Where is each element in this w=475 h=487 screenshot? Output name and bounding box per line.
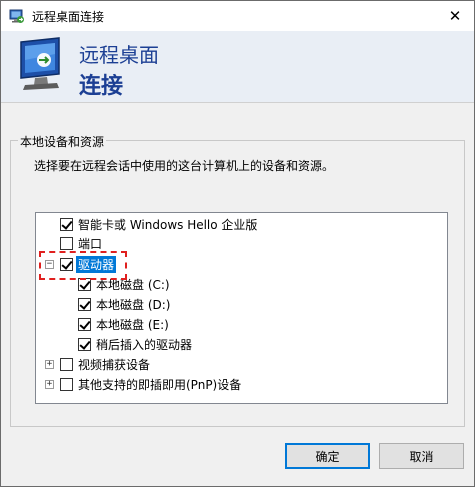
tree-item-label: 本地磁盘 (E:) [96,317,169,332]
title-bar: 远程桌面连接 ✕ [1,1,474,31]
drive-c-checkbox[interactable] [78,277,91,291]
later-drives-checkbox[interactable] [78,337,91,351]
window-title: 远程桌面连接 [32,10,105,24]
group-legend: 本地设备和资源 [18,133,107,150]
device-tree[interactable]: 智能卡或 Windows Hello 企业版 端口 − 驱动器 本地磁盘 (C:… [35,212,448,404]
drives-checkbox[interactable] [60,257,73,271]
close-button[interactable]: ✕ [444,5,466,27]
tree-item-label: 端口 [78,236,103,251]
tree-item-drives[interactable]: 驱动器 [60,255,117,273]
remote-desktop-icon [9,9,24,23]
tree-item-label: 本地磁盘 (D:) [96,297,171,312]
tree-item-label: 其他支持的即插即用(PnP)设备 [78,377,242,392]
drive-e-checkbox[interactable] [78,317,91,331]
tree-item-drive-d[interactable]: 本地磁盘 (D:) [78,295,172,313]
video-capture-checkbox[interactable] [60,357,73,371]
tree-item-smartcard[interactable]: 智能卡或 Windows Hello 企业版 [60,215,259,233]
pnp-devices-checkbox[interactable] [60,377,73,391]
smartcard-checkbox[interactable] [60,217,73,231]
tree-item-ports[interactable]: 端口 [60,234,104,252]
header-title-line2: 连接 [79,74,124,99]
tree-item-label: 驱动器 [76,255,117,273]
header-title-line1: 远程桌面 [79,43,159,67]
remote-desktop-monitor-icon [20,37,60,90]
expand-icon[interactable]: + [45,380,54,389]
group-description: 选择要在远程会话中使用的这台计算机上的设备和资源。 [34,159,335,173]
cancel-button[interactable]: 取消 [379,443,464,469]
drive-d-checkbox[interactable] [78,297,91,311]
ok-button[interactable]: 确定 [285,443,370,469]
tree-item-drive-c[interactable]: 本地磁盘 (C:) [78,275,172,293]
tree-item-drive-e[interactable]: 本地磁盘 (E:) [78,315,171,333]
collapse-icon[interactable]: − [45,260,54,269]
tree-item-video-capture[interactable]: 视频捕获设备 [60,355,152,373]
expand-icon[interactable]: + [45,360,54,369]
tree-item-label: 稍后插入的驱动器 [96,337,193,352]
tree-item-label: 视频捕获设备 [78,357,151,372]
remote-desktop-dialog: 远程桌面连接 ✕ 远程桌面 连接 本地设备和资源 选择要在远程会话中使用的这台计… [0,0,475,487]
tree-item-label: 智能卡或 Windows Hello 企业版 [78,217,258,232]
header-banner: 远程桌面 连接 [1,31,474,103]
close-icon: ✕ [448,7,462,25]
tree-item-later-drives[interactable]: 稍后插入的驱动器 [78,335,194,353]
tree-item-label: 本地磁盘 (C:) [96,277,170,292]
ports-checkbox[interactable] [60,236,73,250]
tree-item-pnp-devices[interactable]: 其他支持的即插即用(PnP)设备 [60,375,243,393]
